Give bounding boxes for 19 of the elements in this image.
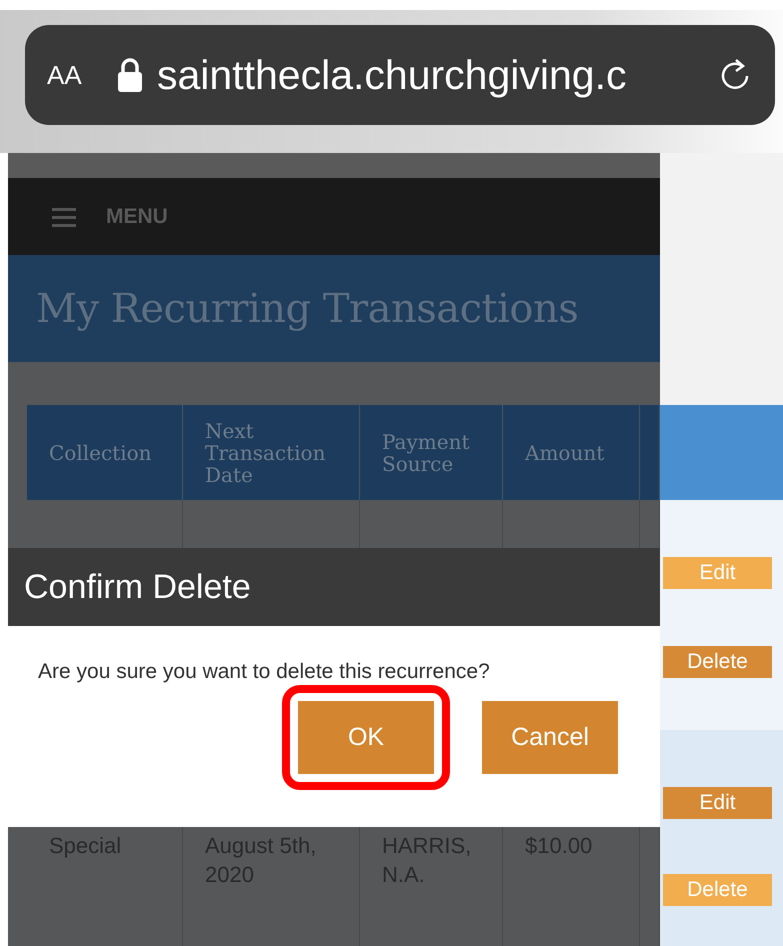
url-text: saintthecla.churchgiving.c — [157, 52, 628, 98]
cancel-button[interactable]: Cancel — [482, 701, 618, 774]
menu-button[interactable]: MENU — [52, 204, 168, 228]
text-size-button[interactable]: AA — [47, 60, 103, 90]
delete-button[interactable]: Delete — [663, 874, 772, 906]
address-bar[interactable]: AA saintthecla.churchgiving.c — [25, 25, 775, 125]
edit-button[interactable]: Edit — [663, 787, 772, 819]
column-header: Collection — [27, 405, 183, 500]
dialog-message: Are you sure you want to delete this recurrence? — [38, 660, 491, 684]
column-header: Next Transaction Date — [183, 405, 360, 500]
ok-button[interactable]: OK — [298, 701, 434, 774]
dialog-title: Confirm Delete — [24, 568, 251, 606]
edit-button[interactable]: Edit — [663, 557, 772, 589]
lock-icon — [117, 58, 143, 92]
column-header: Payment Source — [360, 405, 503, 500]
delete-button[interactable]: Delete — [663, 646, 772, 678]
column-header: Amount — [503, 405, 640, 500]
hamburger-icon — [52, 206, 76, 226]
page-title: My Recurring Transactions — [36, 286, 578, 332]
